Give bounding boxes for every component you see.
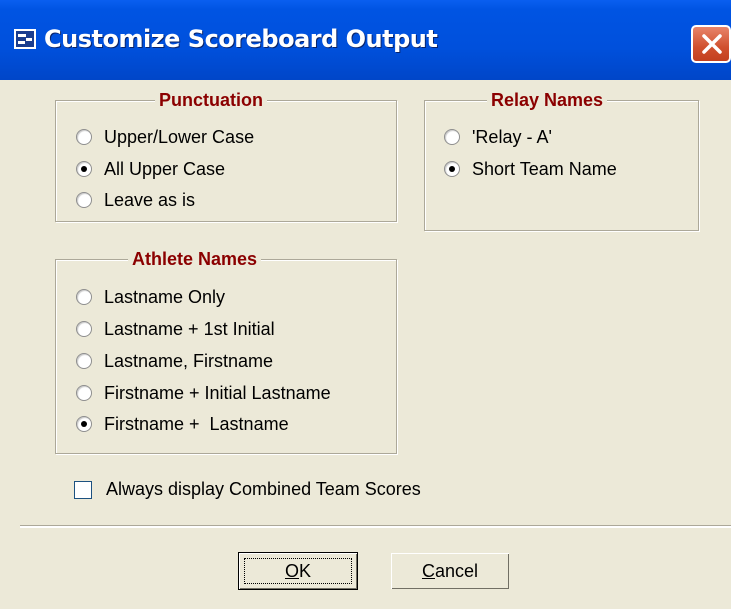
- radio-label: Upper/Lower Case: [104, 126, 255, 147]
- radio-relay-a[interactable]: 'Relay - A': [444, 124, 552, 150]
- relay-names-legend: Relay Names: [487, 90, 608, 110]
- close-button[interactable]: [691, 25, 731, 63]
- radio-button-selected[interactable]: [76, 416, 92, 432]
- radio-button[interactable]: [76, 129, 92, 145]
- radio-button[interactable]: [76, 321, 92, 337]
- radio-button[interactable]: [76, 289, 92, 305]
- punctuation-group: Punctuation Upper/Lower Case All Upper C…: [55, 90, 397, 222]
- radio-firstname-initial-lastname[interactable]: Firstname + Initial Lastname: [76, 380, 331, 406]
- close-icon: [702, 34, 722, 54]
- app-icon: [14, 29, 36, 49]
- radio-leave-as-is[interactable]: Leave as is: [76, 187, 195, 213]
- radio-label: Firstname + Initial Lastname: [104, 382, 331, 403]
- radio-label: All Upper Case: [104, 158, 226, 179]
- radio-label: Firstname + Lastname: [104, 413, 289, 434]
- radio-upper-lower-case[interactable]: Upper/Lower Case: [76, 124, 254, 150]
- radio-label: Lastname + 1st Initial: [104, 318, 275, 339]
- checkbox-label: Always display Combined Team Scores: [106, 479, 421, 499]
- radio-lastname-1st-initial[interactable]: Lastname + 1st Initial: [76, 316, 275, 342]
- radio-label: 'Relay - A': [472, 126, 552, 147]
- radio-label: Short Team Name: [472, 158, 617, 179]
- cancel-button[interactable]: Cancel: [390, 552, 510, 590]
- radio-button[interactable]: [76, 385, 92, 401]
- radio-lastname-firstname[interactable]: Lastname, Firstname: [76, 348, 273, 374]
- radio-label: Leave as is: [104, 189, 196, 210]
- radio-lastname-only[interactable]: Lastname Only: [76, 284, 225, 310]
- radio-button-selected[interactable]: [444, 161, 460, 177]
- radio-button[interactable]: [76, 192, 92, 208]
- dialog-window: Customize Scoreboard Output Punctuation …: [0, 0, 731, 609]
- focus-rectangle: [244, 558, 352, 584]
- combined-team-scores-checkbox[interactable]: Always display Combined Team Scores: [74, 479, 421, 500]
- radio-short-team-name[interactable]: Short Team Name: [444, 156, 617, 182]
- cancel-button-label: Cancel: [421, 560, 479, 581]
- window-title: Customize Scoreboard Output: [44, 25, 438, 53]
- radio-all-upper-case[interactable]: All Upper Case: [76, 156, 225, 182]
- athlete-names-group: Athlete Names Lastname Only Lastname + 1…: [55, 249, 397, 454]
- punctuation-legend: Punctuation: [155, 90, 267, 110]
- title-bar[interactable]: Customize Scoreboard Output: [0, 0, 731, 80]
- athlete-names-legend: Athlete Names: [128, 249, 262, 269]
- radio-firstname-lastname[interactable]: Firstname + Lastname: [76, 411, 289, 437]
- ok-button[interactable]: OK: [238, 552, 358, 590]
- radio-button-selected[interactable]: [76, 161, 92, 177]
- radio-button[interactable]: [444, 129, 460, 145]
- radio-button[interactable]: [76, 353, 92, 369]
- radio-label: Lastname Only: [104, 286, 226, 307]
- relay-names-group: Relay Names 'Relay - A' Short Team Name: [424, 90, 699, 231]
- checkbox[interactable]: [74, 480, 92, 499]
- radio-label: Lastname, Firstname: [104, 350, 274, 371]
